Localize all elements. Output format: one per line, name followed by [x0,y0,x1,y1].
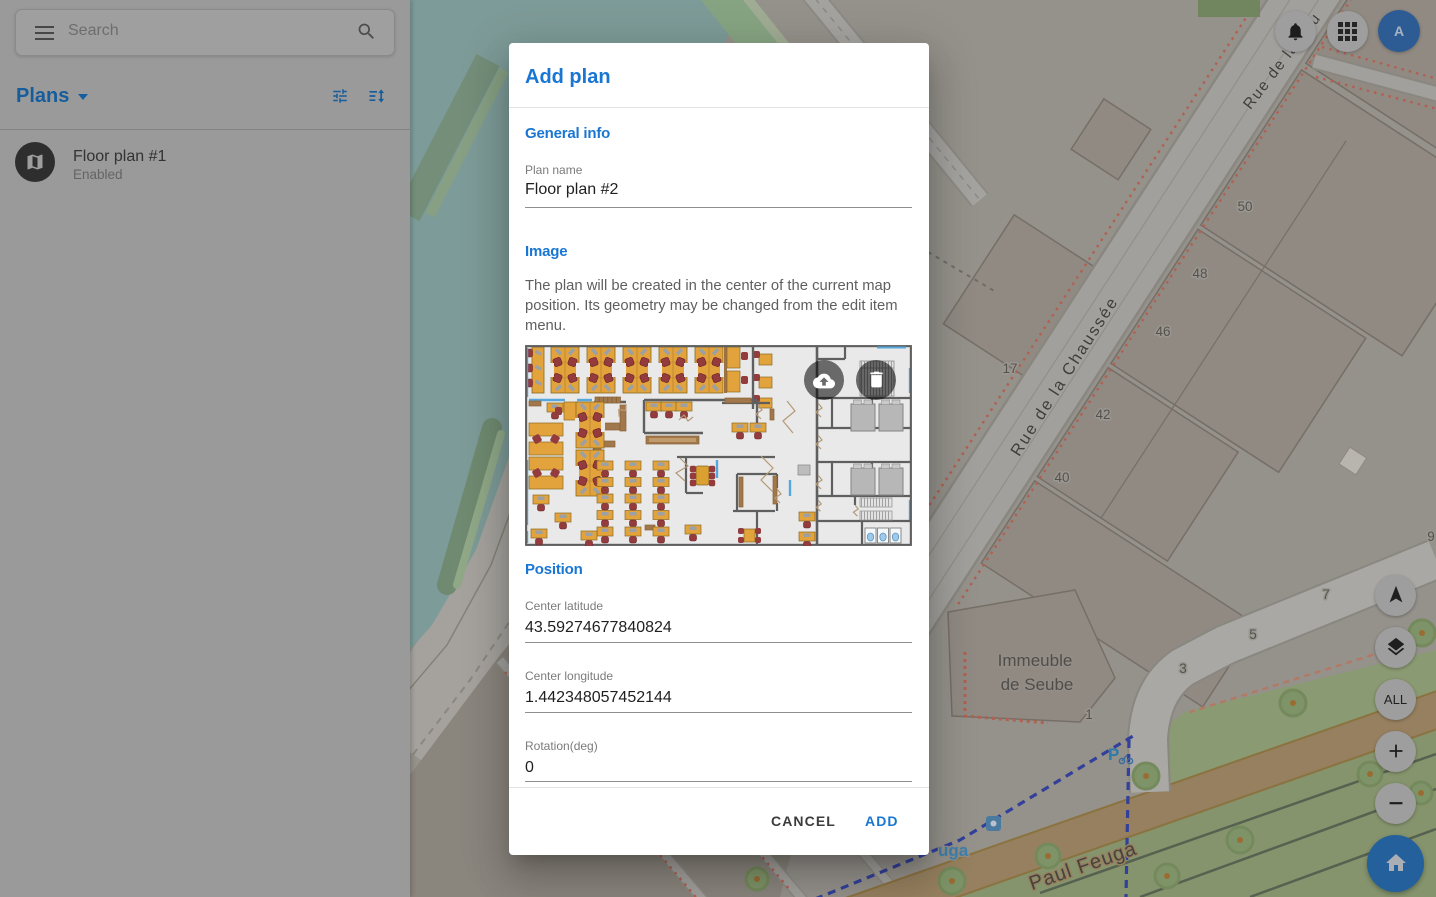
svg-text:46: 46 [1155,324,1170,339]
svg-text:48: 48 [1192,266,1207,281]
svg-text:42: 42 [1095,407,1110,422]
svg-text:50: 50 [1237,199,1252,214]
svg-text:40: 40 [1054,470,1069,485]
svg-text:3: 3 [1179,661,1187,676]
svg-text:9: 9 [1427,529,1435,544]
svg-text:Immeuble: Immeuble [998,651,1073,670]
svg-text:P: P [1108,745,1119,764]
svg-text:1: 1 [1085,707,1093,722]
svg-text:de Seube: de Seube [1001,675,1074,694]
svg-text:uga: uga [938,841,969,860]
svg-text:5: 5 [1249,627,1257,642]
svg-text:7: 7 [1322,587,1330,602]
svg-text:17: 17 [1002,361,1017,376]
